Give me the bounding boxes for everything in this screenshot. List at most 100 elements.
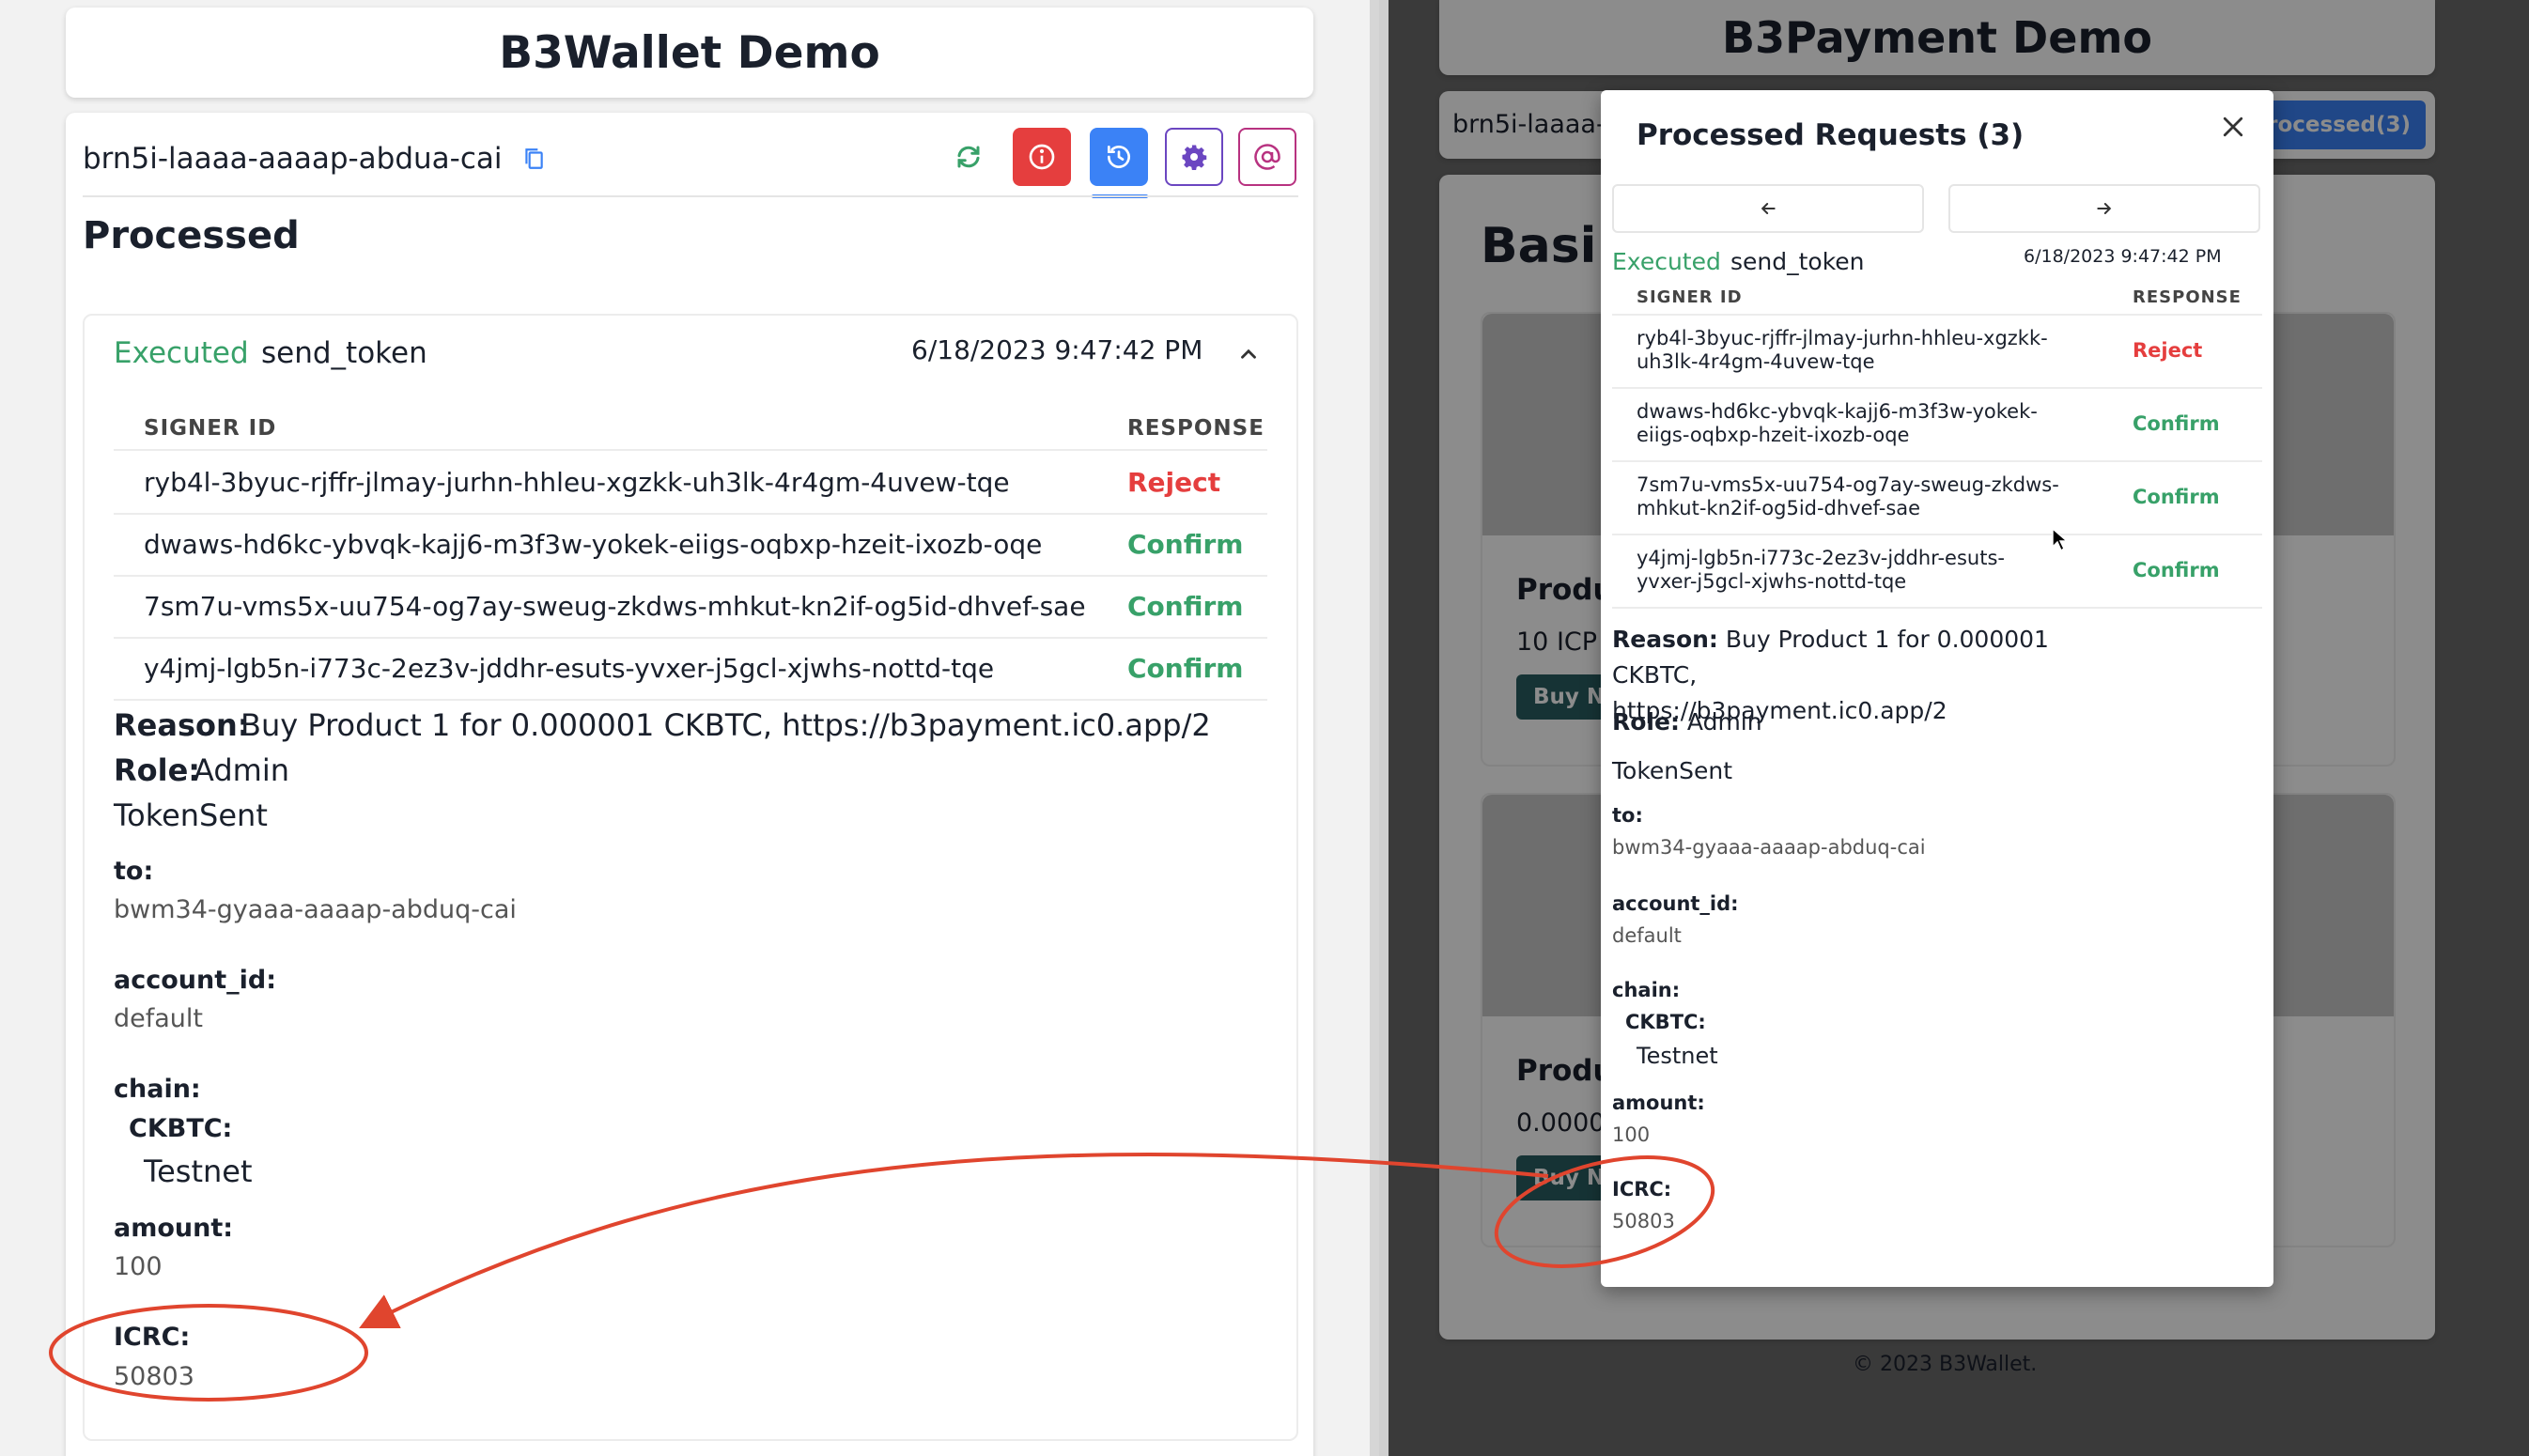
- modal-request-status: Executed: [1612, 248, 1721, 275]
- row-divider: [114, 513, 1267, 515]
- signer-response: Reject: [1127, 467, 1221, 498]
- table-header-divider: [114, 449, 1267, 451]
- modal-to-value: bwm34-gyaaa-aaaap-abduq-cai: [1612, 836, 1926, 859]
- request-timestamp: 6/18/2023 9:47:42 PM: [911, 334, 1203, 365]
- at-icon: [1254, 144, 1280, 170]
- signer-id: 7sm7u-vms5x-uu754-og7ay-sweug-zkdws-mhku…: [144, 591, 1086, 622]
- modal-to-label: to:: [1612, 804, 1643, 827]
- processed-requests-modal: Processed Requests (3) Executed send_tok…: [1601, 90, 2273, 1287]
- reason-label: Reason:: [114, 707, 250, 743]
- signer-response: Confirm: [1127, 591, 1244, 622]
- modal-signer-id-line1: dwaws-hd6kc-ybvqk-kajj6-m3f3w-yokek-: [1637, 400, 2038, 423]
- close-icon[interactable]: [2219, 113, 2247, 141]
- modal-role-value: Admin: [1686, 708, 1762, 736]
- account-label: account_id:: [114, 966, 277, 995]
- modal-row-divider: [1612, 460, 2262, 462]
- modal-title: Processed Requests (3): [1637, 118, 2025, 152]
- modal-col-response: RESPONSE: [2133, 287, 2242, 307]
- amount-value: 100: [114, 1252, 163, 1281]
- modal-chain-value: Testnet: [1637, 1043, 1718, 1069]
- window-edge: [1370, 0, 1379, 1456]
- prev-button[interactable]: [1612, 184, 1924, 233]
- wallet-principal: brn5i-laaaa-aaaap-abdua-cai: [83, 142, 503, 176]
- wallet-title-card: B3Wallet Demo: [66, 8, 1313, 98]
- modal-signer-response: Reject: [2133, 339, 2203, 362]
- modal-role-label: Role:: [1612, 708, 1680, 736]
- icrc-value: 50803: [114, 1362, 194, 1391]
- modal-role: Role: Admin: [1612, 708, 1762, 736]
- modal-signer-id: 7sm7u-vms5x-uu754-og7ay-sweug-zkdws-mhku…: [1637, 473, 2059, 520]
- history-button[interactable]: [1090, 128, 1148, 186]
- to-value: bwm34-gyaaa-aaaap-abduq-cai: [114, 895, 517, 924]
- modal-icrc-value: 50803: [1612, 1210, 1675, 1232]
- modal-request-method: send_token: [1730, 248, 1865, 275]
- modal-signer-response: Confirm: [2133, 412, 2220, 435]
- modal-signer-response: Confirm: [2133, 559, 2220, 581]
- modal-signer-id-line1: 7sm7u-vms5x-uu754-og7ay-sweug-zkdws-: [1637, 473, 2059, 496]
- account-value: default: [114, 1004, 204, 1033]
- copy-icon[interactable]: [521, 146, 546, 172]
- to-label: to:: [114, 857, 154, 886]
- signer-response: Confirm: [1127, 529, 1244, 560]
- info-button[interactable]: [1013, 128, 1071, 186]
- signer-id: dwaws-hd6kc-ybvqk-kajj6-m3f3w-yokek-eiig…: [144, 529, 1043, 560]
- modal-signer-id-line2: uh3lk-4r4gm-4uvew-tqe: [1637, 350, 1875, 373]
- modal-row-divider: [1612, 607, 2262, 609]
- chain-key: CKBTC:: [129, 1114, 233, 1143]
- arrow-right-icon: [2097, 203, 2112, 214]
- request-method: send_token: [261, 336, 427, 370]
- modal-account-label: account_id:: [1612, 892, 1739, 915]
- modal-row-divider: [1612, 387, 2262, 389]
- wallet-pane: B3Wallet Demo brn5i-laaaa-aaaap-abdua-ca…: [0, 0, 1379, 1456]
- role-label: Role:: [114, 752, 201, 788]
- modal-signer-id: y4jmj-lgb5n-i773c-2ez3v-jddhr-esuts-yvxe…: [1637, 547, 2005, 594]
- modal-request-timestamp: 6/18/2023 9:47:42 PM: [2024, 246, 2222, 267]
- row-divider: [114, 699, 1267, 701]
- amount-label: amount:: [114, 1214, 234, 1243]
- chain-value: Testnet: [144, 1154, 253, 1189]
- modal-col-signer-id: SIGNER ID: [1637, 287, 1743, 307]
- modal-signer-id-line1: y4jmj-lgb5n-i773c-2ez3v-jddhr-esuts-: [1637, 547, 2005, 569]
- chevron-up-icon[interactable]: [1236, 342, 1261, 366]
- modal-reason-label: Reason:: [1612, 626, 1718, 653]
- settings-button[interactable]: [1165, 128, 1223, 186]
- modal-signer-id: dwaws-hd6kc-ybvqk-kajj6-m3f3w-yokek-eiig…: [1637, 400, 2038, 447]
- icrc-label: ICRC:: [114, 1323, 191, 1352]
- modal-signer-id-line2: mhkut-kn2if-og5id-dhvef-sae: [1637, 497, 1921, 519]
- signer-id: ryb4l-3byuc-rjffr-jlmay-jurhn-hhleu-xgzk…: [144, 467, 1010, 498]
- history-icon: [1108, 146, 1130, 168]
- next-button[interactable]: [1948, 184, 2260, 233]
- modal-signer-response: Confirm: [2133, 486, 2220, 508]
- signer-response: Confirm: [1127, 653, 1244, 684]
- chain-label: chain:: [114, 1075, 201, 1104]
- header-divider: [83, 195, 1298, 197]
- modal-chain-label: chain:: [1612, 979, 1681, 1001]
- modal-chain-key: CKBTC:: [1625, 1011, 1706, 1033]
- mouse-cursor: [2052, 528, 2069, 552]
- info-icon: [1029, 144, 1055, 170]
- signer-id: y4jmj-lgb5n-i773c-2ez3v-jddhr-esuts-yvxe…: [144, 653, 995, 684]
- arrow-left-icon: [1761, 203, 1776, 214]
- reason-value: Buy Product 1 for 0.000001 CKBTC, https:…: [240, 707, 1211, 743]
- refresh-button[interactable]: [939, 128, 998, 186]
- modal-amount-value: 100: [1612, 1123, 1651, 1146]
- at-button[interactable]: [1238, 128, 1296, 186]
- modal-signer-id: ryb4l-3byuc-rjffr-jlmay-jurhn-hhleu-xgzk…: [1637, 327, 2048, 374]
- row-divider: [114, 575, 1267, 577]
- col-signer-id: SIGNER ID: [144, 416, 277, 441]
- wallet-title: B3Wallet Demo: [499, 26, 880, 79]
- settings-icon: [1182, 145, 1207, 170]
- refresh-icon: [957, 146, 980, 168]
- modal-table-header-divider: [1612, 314, 2262, 316]
- modal-request-type: TokenSent: [1612, 757, 1733, 784]
- modal-account-value: default: [1612, 924, 1682, 947]
- section-title: Processed: [83, 214, 300, 257]
- modal-signer-id-line2: yvxer-j5gcl-xjwhs-nottd-tqe: [1637, 570, 1907, 593]
- request-type: TokenSent: [114, 798, 268, 833]
- modal-amount-label: amount:: [1612, 1092, 1705, 1114]
- row-divider: [114, 637, 1267, 639]
- modal-signer-id-line2: eiigs-oqbxp-hzeit-ixozb-oqe: [1637, 424, 1910, 446]
- role-value: Admin: [194, 752, 289, 788]
- col-response: RESPONSE: [1127, 416, 1264, 441]
- modal-signer-id-line1: ryb4l-3byuc-rjffr-jlmay-jurhn-hhleu-xgzk…: [1637, 327, 2048, 349]
